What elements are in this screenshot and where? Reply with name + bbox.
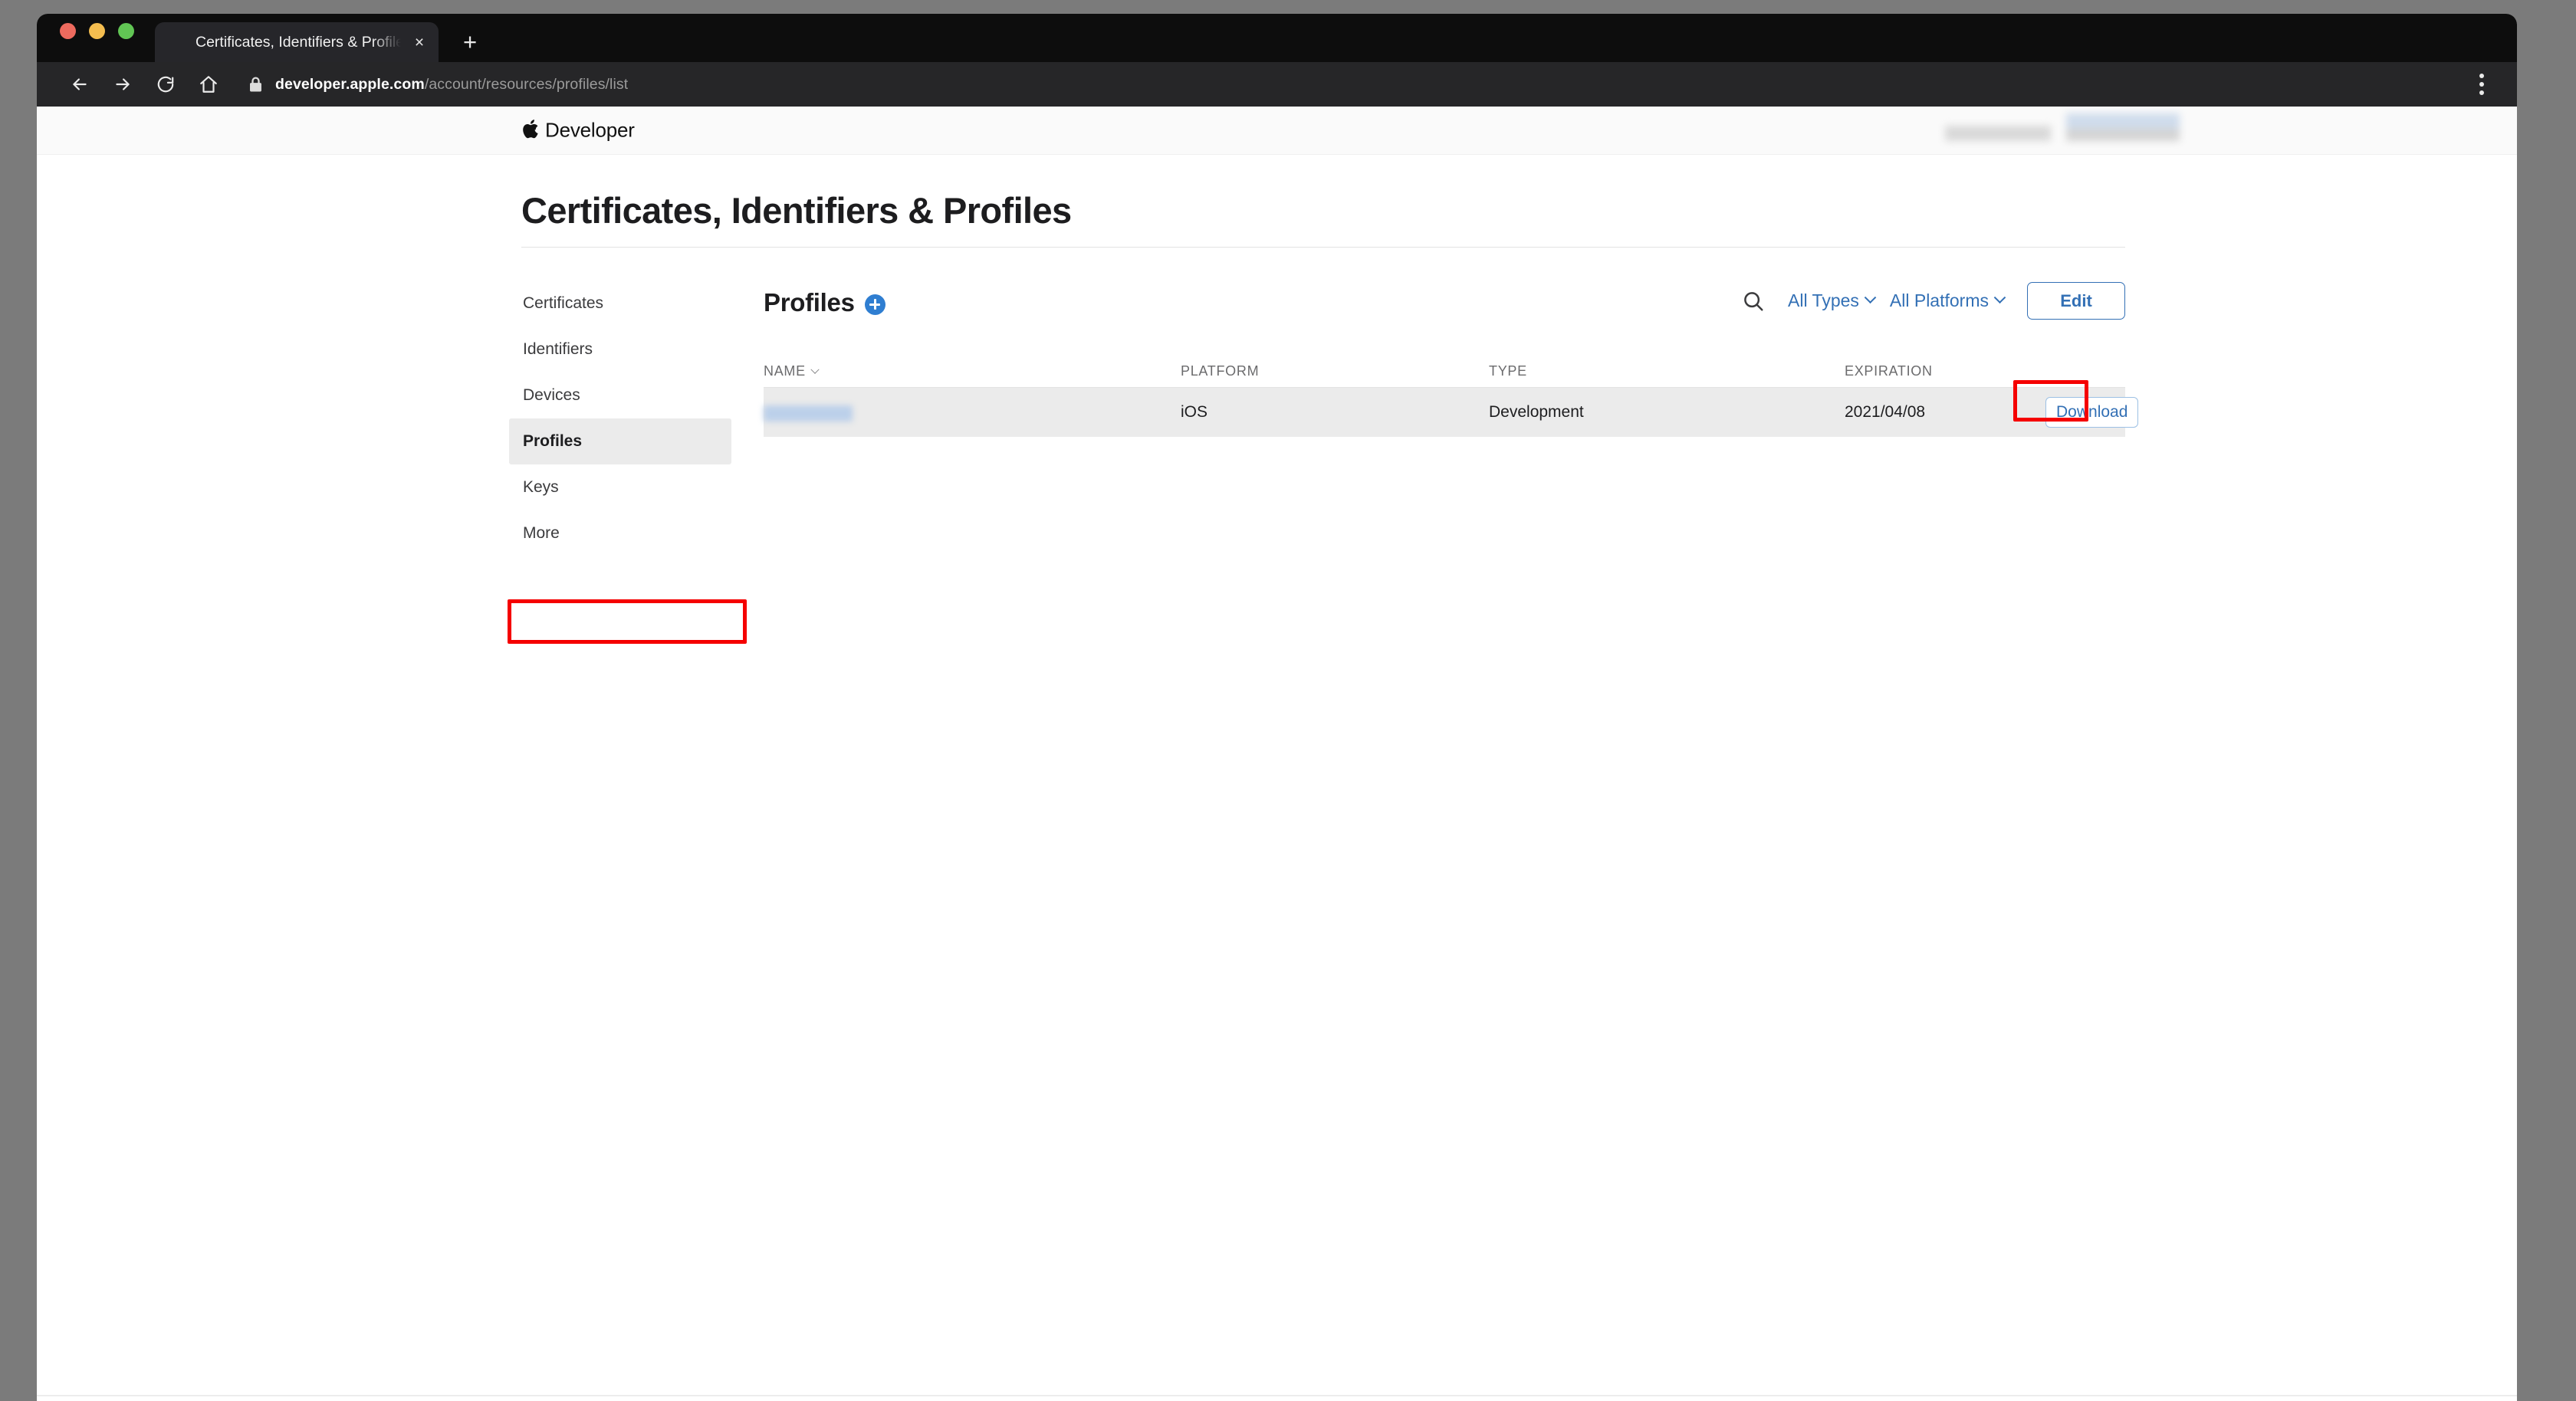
column-header-label: PLATFORM <box>1181 363 1260 379</box>
table-header-row: NAME PLATFORM TYPE EXPIRATION <box>764 345 2125 388</box>
forward-arrow-icon[interactable] <box>106 67 140 101</box>
column-header-type: TYPE <box>1489 363 1845 379</box>
browser-tab-strip: apple-icon Certificates, Identifiers & P… <box>37 14 2517 62</box>
cell-expiration: 2021/04/08 <box>1845 403 1926 421</box>
type-filter[interactable]: All Types <box>1780 284 1882 317</box>
download-link[interactable]: Download <box>2045 397 2139 428</box>
close-tab-button[interactable]: × <box>411 34 428 51</box>
sidebar-item-label: Identifiers <box>523 340 593 358</box>
edit-button[interactable]: Edit <box>2027 282 2125 320</box>
reload-icon[interactable] <box>149 67 182 101</box>
table-row[interactable]: iOS Development 2021/04/08 Download <box>764 388 2139 437</box>
sidebar-nav: Certificates Identifiers Devices Profile… <box>509 281 731 556</box>
sidebar-item-more[interactable]: More <box>509 510 731 556</box>
profiles-panel: Profiles All Types All Platforms Edit NA… <box>764 281 2139 437</box>
home-icon[interactable] <box>192 67 225 101</box>
browser-tab-title: Certificates, Identifiers & Profiles <box>196 33 401 51</box>
back-arrow-icon[interactable] <box>63 67 97 101</box>
highlight-annotation-profiles <box>508 599 747 644</box>
platform-filter-label: All Platforms <box>1889 290 1989 310</box>
cell-action: Download <box>2045 397 2139 428</box>
browser-tab[interactable]: apple-icon Certificates, Identifiers & P… <box>155 22 439 62</box>
url-host: developer.apple.com <box>275 75 425 93</box>
add-profile-button[interactable] <box>864 294 886 315</box>
browser-toolbar: developer.apple.com/account/resources/pr… <box>37 62 2517 107</box>
page-viewport: Developer Certificates, Identifiers & Pr… <box>37 107 2517 1401</box>
column-header-label: NAME <box>764 363 806 379</box>
search-icon[interactable] <box>1736 284 1771 319</box>
column-header-platform: PLATFORM <box>1181 363 1489 379</box>
developer-global-header: Developer <box>37 107 2517 155</box>
cell-profile-name <box>764 403 1181 422</box>
sidebar-item-label: More <box>523 524 560 542</box>
page-title: Certificates, Identifiers & Profiles <box>521 190 1072 231</box>
type-filter-label: All Types <box>1788 290 1859 310</box>
chevron-down-icon <box>810 365 820 374</box>
title-divider <box>521 247 2125 248</box>
column-header-label: TYPE <box>1489 363 1527 379</box>
profiles-table: NAME PLATFORM TYPE EXPIRATION iOS Develo… <box>764 345 2139 437</box>
column-header-label: EXPIRATION <box>1845 363 1933 379</box>
lock-icon <box>248 76 263 93</box>
column-header-expiration: EXPIRATION <box>1845 363 2045 379</box>
developer-brand-text: Developer <box>545 118 635 142</box>
cell-type: Development <box>1489 403 1584 421</box>
apple-developer-logo[interactable]: Developer <box>521 119 635 143</box>
redacted-account-name <box>2066 113 2180 141</box>
sidebar-item-label: Certificates <box>523 294 604 312</box>
redacted-team-name <box>1945 126 2051 141</box>
apple-logo-icon <box>521 118 539 139</box>
profiles-panel-header: Profiles All Types All Platforms Edit <box>764 281 2125 345</box>
sidebar-item-certificates[interactable]: Certificates <box>509 281 731 326</box>
column-header-name[interactable]: NAME <box>764 363 1181 379</box>
close-window-button[interactable] <box>60 23 76 39</box>
url-path: /account/resources/profiles/list <box>424 75 629 93</box>
kebab-menu-icon[interactable] <box>2466 67 2497 101</box>
window-traffic-lights <box>60 14 134 62</box>
profiles-heading: Profiles <box>764 288 855 317</box>
sidebar-item-keys[interactable]: Keys <box>509 464 731 510</box>
sidebar-item-label: Profiles <box>523 432 583 450</box>
sidebar-item-label: Devices <box>523 386 580 404</box>
chevron-down-icon <box>1864 291 1877 304</box>
sidebar-item-label: Keys <box>523 478 559 496</box>
address-bar[interactable]: developer.apple.com/account/resources/pr… <box>248 67 2466 101</box>
redacted-profile-name <box>764 405 853 422</box>
maximize-window-button[interactable] <box>118 23 134 39</box>
platform-filter[interactable]: All Platforms <box>1882 284 2012 317</box>
footer-divider <box>37 1395 2517 1396</box>
profiles-title-row: Profiles <box>764 288 886 317</box>
profiles-toolbar: All Types All Platforms Edit <box>1736 282 2125 320</box>
new-tab-button[interactable]: + <box>457 30 483 54</box>
sidebar-item-devices[interactable]: Devices <box>509 372 731 418</box>
address-bar-url: developer.apple.com/account/resources/pr… <box>275 76 628 94</box>
sidebar-item-identifiers[interactable]: Identifiers <box>509 326 731 372</box>
chevron-down-icon <box>1993 291 2006 304</box>
sidebar-item-profiles[interactable]: Profiles <box>509 418 731 464</box>
cell-platform: iOS <box>1181 403 1208 421</box>
minimize-window-button[interactable] <box>89 23 105 39</box>
browser-window: apple-icon Certificates, Identifiers & P… <box>37 14 2517 1401</box>
